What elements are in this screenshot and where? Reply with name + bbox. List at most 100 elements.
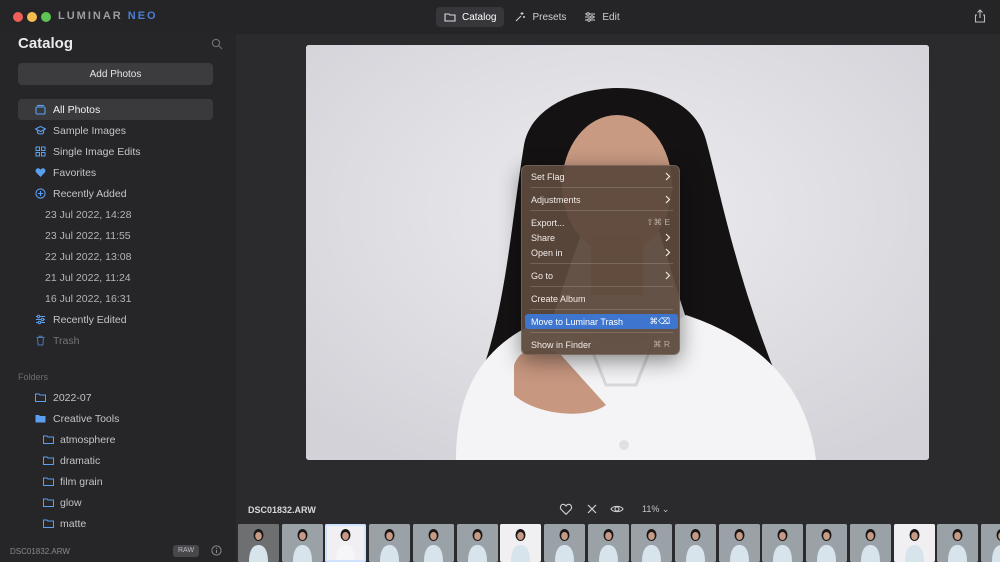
menu-item-show-in-finder[interactable]: Show in Finder ⌘ R: [525, 337, 678, 352]
sliders-icon: [585, 12, 596, 22]
filmstrip-thumbnail[interactable]: [281, 524, 323, 562]
close-window-button[interactable]: [13, 12, 23, 22]
menu-item-share[interactable]: Share: [525, 230, 678, 245]
sidebar-item-recently-edited[interactable]: Recently Edited: [18, 309, 213, 330]
filmstrip-thumbnail[interactable]: [325, 524, 367, 562]
trash-icon: [36, 335, 45, 346]
eye-icon[interactable]: [610, 502, 624, 516]
filmstrip-thumbnail[interactable]: [980, 524, 1000, 562]
menu-item-set-flag[interactable]: Set Flag: [525, 169, 678, 184]
filmstrip-thumbnail[interactable]: [587, 524, 629, 562]
thumbnail-image: [325, 524, 367, 562]
filmstrip-thumbnail[interactable]: [937, 524, 979, 562]
folder-item-atmosphere[interactable]: atmosphere: [18, 429, 213, 450]
folder-item-2022-07[interactable]: 2022-07: [18, 387, 213, 408]
heart-icon[interactable]: [559, 502, 573, 516]
filmstrip-thumbnail[interactable]: [718, 524, 760, 562]
menu-item-label: Create Album: [531, 293, 586, 304]
filmstrip-thumbnail[interactable]: [456, 524, 498, 562]
zoom-window-button[interactable]: [41, 12, 51, 22]
tab-presets[interactable]: Presets: [506, 7, 574, 27]
folder-open-icon: [35, 415, 46, 423]
menu-item-adjustments[interactable]: Adjustments: [525, 192, 678, 207]
tab-presets-label: Presets: [532, 11, 567, 23]
folder-item-glow[interactable]: glow: [18, 492, 213, 513]
menu-item-export[interactable]: Export... ⇧⌘ E: [525, 215, 678, 230]
chevron-right-icon: [665, 248, 671, 257]
tab-edit[interactable]: Edit: [576, 7, 627, 27]
search-icon[interactable]: [211, 38, 223, 50]
sidebar-item-label: Recently Edited: [53, 313, 127, 326]
menu-item-label: Go to: [531, 270, 554, 281]
thumbnail-image: [762, 524, 804, 562]
current-filename: DSC01832.ARW: [248, 505, 316, 515]
sidebar-item-trash[interactable]: Trash: [18, 330, 213, 351]
sidebar-item-recently-added[interactable]: Recently Added: [18, 183, 213, 204]
close-icon[interactable]: [585, 502, 599, 516]
sidebar-item-date-1[interactable]: 23 Jul 2022, 14:28: [18, 204, 213, 225]
folder-list: 2022-07 Creative Tools atmosphere dramat…: [18, 387, 213, 534]
catalog-list: All Photos Sample Images Single Image Ed…: [18, 99, 213, 351]
sidebar-item-single-image-edits[interactable]: Single Image Edits: [18, 141, 213, 162]
menu-item-create-album[interactable]: Create Album: [525, 291, 678, 306]
filmstrip-thumbnail[interactable]: [806, 524, 848, 562]
filmstrip-thumbnail[interactable]: [849, 524, 891, 562]
sliders-icon: [36, 314, 45, 325]
filmstrip-thumbnail[interactable]: [675, 524, 716, 562]
sidebar-item-sample-images[interactable]: Sample Images: [18, 120, 213, 141]
sidebar-item-label: All Photos: [53, 103, 101, 116]
info-icon[interactable]: [211, 545, 222, 556]
folder-item-creative-tools[interactable]: Creative Tools: [18, 408, 213, 429]
thumbnail-image: [718, 524, 760, 562]
folder-item-dramatic[interactable]: dramatic: [18, 450, 213, 471]
thumbnail-image: [937, 524, 979, 562]
filmstrip-thumbnail[interactable]: [500, 524, 542, 562]
thumbnail-image: [369, 524, 411, 562]
filmstrip-thumbnail[interactable]: [543, 524, 585, 562]
context-menu: Set Flag Adjustments Export... ⇧⌘ E Share Ope…: [521, 165, 680, 355]
sidebar: Catalog Add Photos All Photos Sample Ima…: [0, 34, 236, 562]
folder-item-matte[interactable]: matte: [18, 513, 213, 534]
folder-icon: [43, 456, 54, 465]
sidebar-item-date-4[interactable]: 21 Jul 2022, 11:24: [18, 267, 213, 288]
folder-label: Creative Tools: [53, 412, 120, 425]
menu-item-label: Export...: [531, 217, 565, 228]
filmstrip-thumbnail[interactable]: [631, 524, 673, 562]
menu-item-move-to-luminar-trash[interactable]: Move to Luminar Trash ⌘⌫: [525, 314, 678, 329]
menu-item-label: Show in Finder: [531, 339, 592, 350]
share-icon[interactable]: [974, 9, 986, 23]
sidebar-item-date-2[interactable]: 23 Jul 2022, 11:55: [18, 225, 213, 246]
menu-separator: [530, 263, 673, 264]
thumbnail-image: [543, 524, 585, 562]
filmstrip-thumbnail[interactable]: [238, 524, 279, 562]
sidebar-item-all-photos[interactable]: All Photos: [18, 99, 213, 120]
folder-icon: [43, 477, 54, 486]
folder-label: glow: [60, 496, 82, 509]
sidebar-item-date-3[interactable]: 22 Jul 2022, 13:08: [18, 246, 213, 267]
folder-icon: [43, 498, 54, 507]
heart-icon: [35, 168, 46, 177]
minimize-window-button[interactable]: [27, 12, 37, 22]
folder-label: dramatic: [60, 454, 101, 467]
menu-item-label: Adjustments: [531, 194, 581, 205]
sidebar-item-label: 16 Jul 2022, 16:31: [45, 292, 132, 305]
sidebar-item-label: Sample Images: [53, 124, 126, 137]
filmstrip-thumbnail[interactable]: [369, 524, 411, 562]
filmstrip-thumbnail[interactable]: [412, 524, 454, 562]
menu-item-go-to[interactable]: Go to: [525, 268, 678, 283]
sparkle-icon: [516, 12, 526, 22]
folder-label: matte: [60, 517, 87, 530]
tab-catalog[interactable]: Catalog: [436, 7, 505, 27]
sidebar-item-date-5[interactable]: 16 Jul 2022, 16:31: [18, 288, 213, 309]
filmstrip: [236, 523, 1000, 562]
zoom-level[interactable]: 11% ⌄: [642, 504, 669, 515]
sidebar-item-label: Recently Added: [53, 187, 127, 200]
folder-item-film-grain[interactable]: film grain: [18, 471, 213, 492]
filmstrip-thumbnail[interactable]: [762, 524, 804, 562]
logo-suffix: NEO: [127, 10, 158, 22]
sidebar-item-favorites[interactable]: Favorites: [18, 162, 213, 183]
grid-icon: [35, 146, 46, 157]
filmstrip-thumbnail[interactable]: [893, 524, 935, 562]
add-photos-button[interactable]: Add Photos: [18, 63, 213, 85]
menu-item-open-in[interactable]: Open in: [525, 245, 678, 260]
